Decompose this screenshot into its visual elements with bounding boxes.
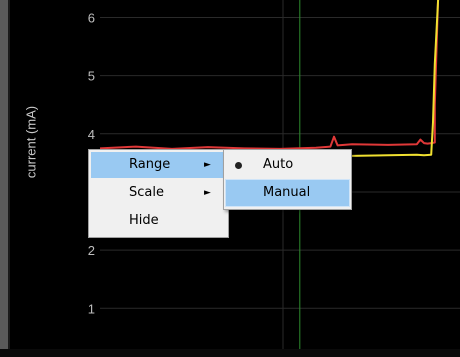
menu-item-label: Range <box>129 157 171 172</box>
submenu-item-manual[interactable]: Manual <box>225 179 350 207</box>
y-tick-label: 2 <box>88 243 95 258</box>
series-line-1 <box>99 0 440 161</box>
context-menu: Range ► Scale ► Hide <box>88 149 229 238</box>
menu-item-range[interactable]: Range ► <box>91 152 226 178</box>
y-tick-label: 1 <box>88 301 95 316</box>
range-submenu: Auto Manual <box>223 149 352 210</box>
menu-item-label: Hide <box>129 213 159 228</box>
submenu-arrow-icon: ► <box>204 160 211 170</box>
y-tick-label: 5 <box>88 69 95 84</box>
submenu-item-label: Manual <box>263 185 311 200</box>
series-line-0 <box>99 0 440 150</box>
submenu-arrow-icon: ► <box>204 188 211 198</box>
submenu-item-auto[interactable]: Auto <box>226 152 349 178</box>
y-axis-label: current (mA) <box>23 105 39 179</box>
bottom-strip <box>0 349 460 357</box>
y-tick-label: 4 <box>88 127 95 142</box>
submenu-item-label: Auto <box>263 157 294 172</box>
menu-item-scale[interactable]: Scale ► <box>91 180 226 206</box>
y-tick-label: 6 <box>88 10 95 25</box>
menu-item-hide[interactable]: Hide <box>91 208 226 234</box>
selected-bullet-icon <box>235 162 242 169</box>
menu-item-label: Scale <box>129 185 164 200</box>
